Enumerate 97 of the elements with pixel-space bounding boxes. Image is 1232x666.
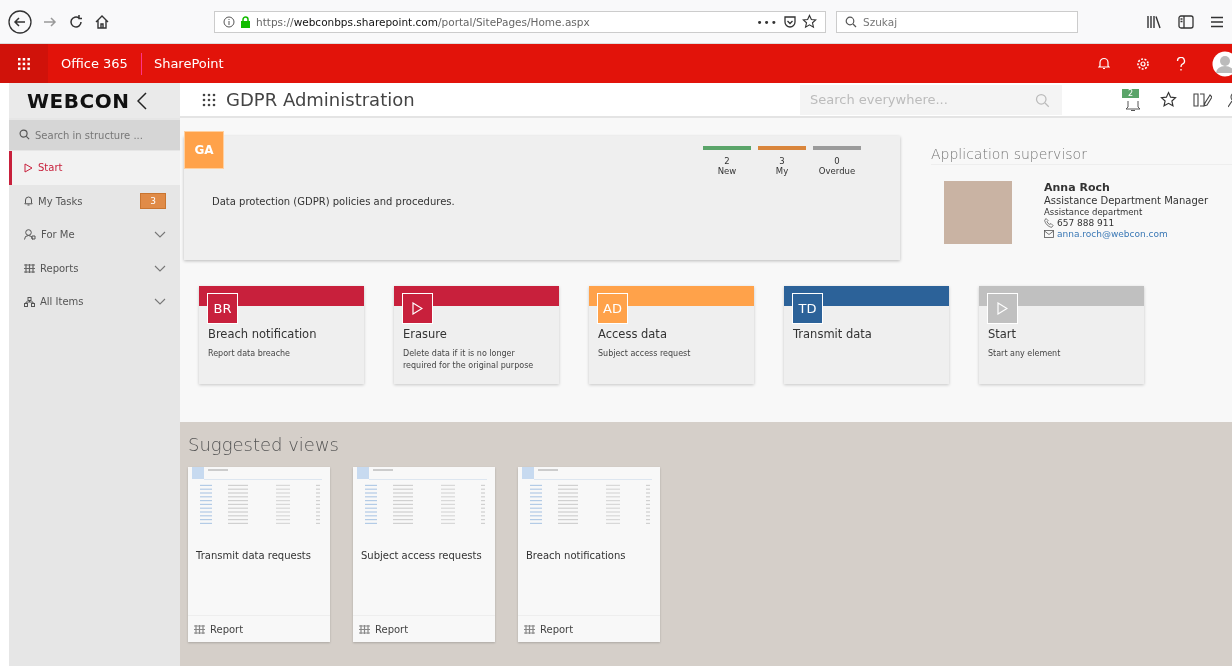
view-card[interactable]: Subject access requests Report xyxy=(353,467,495,642)
library-icon[interactable] xyxy=(1146,14,1162,29)
start-tile[interactable]: Start Start any element xyxy=(979,286,1144,384)
structure-search-field[interactable]: Search in structure ... xyxy=(9,120,180,150)
nav-item[interactable]: All Items xyxy=(9,285,180,319)
task-count-badge: 3 xyxy=(140,193,166,210)
play-icon xyxy=(997,302,1008,315)
mail-icon xyxy=(1044,230,1054,238)
lock-icon xyxy=(240,15,251,28)
tile-description: Subject access request xyxy=(598,348,692,360)
help-icon[interactable] xyxy=(1176,56,1186,71)
counter-value: 0 xyxy=(834,156,840,166)
edit-columns-icon[interactable] xyxy=(1193,91,1212,108)
person-position: Assistance Department Manager xyxy=(1044,195,1208,206)
app-launcher-button[interactable] xyxy=(0,44,48,83)
chevron-icon[interactable] xyxy=(154,298,166,306)
tile-title: Start xyxy=(988,327,1018,341)
tile-title: Transmit data xyxy=(793,327,873,341)
app-grid-icon[interactable] xyxy=(202,92,216,107)
settings-icon[interactable] xyxy=(1136,56,1150,71)
suite-app-link[interactable]: Office 365 xyxy=(48,52,142,75)
star-icon[interactable] xyxy=(802,14,817,29)
back-icon[interactable] xyxy=(8,9,32,34)
tile-title: Erasure xyxy=(403,327,448,341)
browser-search-field[interactable]: Szukaj xyxy=(836,10,1078,33)
grid-icon xyxy=(18,57,30,70)
section-heading: Suggested views xyxy=(188,434,340,455)
counter-value: 3 xyxy=(779,156,785,166)
play-icon xyxy=(24,162,33,173)
email-link[interactable]: anna.roch@webcon.com xyxy=(1057,229,1168,239)
avatar-icon[interactable] xyxy=(1212,50,1232,77)
view-title: Breach notifications xyxy=(525,549,627,563)
view-type: Report xyxy=(210,623,244,635)
bell-icon[interactable] xyxy=(1098,57,1110,70)
counter-value: 2 xyxy=(724,156,730,166)
hierarchy-icon xyxy=(24,296,35,307)
start-tile[interactable]: BR Breach notification Report data breache xyxy=(199,286,364,384)
global-search-field[interactable]: Search everywhere... xyxy=(800,84,1062,115)
view-title: Transmit data requests xyxy=(195,549,312,563)
person-department: Assistance department xyxy=(1044,207,1144,217)
view-type: Report xyxy=(540,623,574,635)
tile-description: Report data breache xyxy=(208,348,292,360)
counter-label[interactable]: My xyxy=(775,166,789,176)
chevron-icon[interactable] xyxy=(154,231,166,239)
person-name: Anna Roch xyxy=(1044,181,1111,194)
search-icon xyxy=(845,15,857,28)
tile-title: Breach notification xyxy=(208,327,318,341)
view-card[interactable]: Transmit data requests Report xyxy=(188,467,330,642)
address-bar[interactable]: https://webconbps.sharepoint.com/portal/SitePages/Home.aspx ••• xyxy=(214,10,826,33)
tile-description: Start any element xyxy=(988,348,1062,360)
nav-item[interactable]: For Me xyxy=(9,218,180,252)
app-description: Data protection (GDPR) policies and procedures. xyxy=(212,196,456,207)
view-card[interactable]: Breach notifications Report xyxy=(518,467,660,642)
start-tile[interactable]: AD Access data Subject access request xyxy=(589,286,754,384)
start-tile[interactable]: TD Transmit data xyxy=(784,286,949,384)
tile-title: Access data xyxy=(598,327,668,341)
webcon-logo: WEBCON xyxy=(27,88,130,113)
bell-icon xyxy=(1125,100,1141,111)
nav-item[interactable]: My Tasks 3 xyxy=(9,184,180,218)
info-icon xyxy=(223,15,235,28)
grid-icon xyxy=(194,624,205,634)
section-heading: Application supervisor xyxy=(931,132,1232,165)
home-icon[interactable] xyxy=(94,13,110,30)
view-title: Subject access requests xyxy=(360,549,483,563)
grid-icon xyxy=(359,624,370,634)
bell-icon xyxy=(24,196,33,207)
play-icon xyxy=(412,302,423,315)
tile-description: Delete data if it is no longer required for the original purpose xyxy=(403,348,535,372)
start-tile[interactable]: Erasure Delete data if it is no longer required for the original purpose xyxy=(394,286,559,384)
phone-number: 657 888 911 xyxy=(1057,218,1115,228)
suite-site-link[interactable]: SharePoint xyxy=(141,56,236,71)
tile-initials: BR xyxy=(207,293,238,324)
nav-item[interactable]: Reports xyxy=(9,251,180,285)
counter-label[interactable]: Overdue xyxy=(818,166,856,176)
app-badge: GA xyxy=(184,131,224,169)
menu-icon[interactable] xyxy=(1210,15,1224,28)
pocket-icon[interactable] xyxy=(783,14,797,29)
phone-icon xyxy=(1044,218,1054,228)
star-icon[interactable] xyxy=(1160,91,1177,108)
tile-initials: AD xyxy=(597,293,628,324)
tile-initials: TD xyxy=(792,293,823,324)
grid-icon xyxy=(24,263,35,273)
search-icon xyxy=(19,129,30,140)
url-text: https://webconbps.sharepoint.com/portal/SitePages/Home.aspx xyxy=(256,15,591,28)
chevron-icon[interactable] xyxy=(154,264,166,272)
grid-icon xyxy=(524,624,535,634)
page-actions-menu[interactable]: ••• xyxy=(756,15,778,28)
counter-label[interactable]: New xyxy=(717,166,737,176)
sidebar-icon[interactable] xyxy=(1178,14,1194,29)
photo-placeholder xyxy=(944,181,1012,244)
app-title: GDPR Administration xyxy=(226,89,415,110)
collapse-icon[interactable] xyxy=(137,91,148,110)
nav-item[interactable]: Start xyxy=(9,151,180,185)
notification-count: 2 xyxy=(1122,88,1140,98)
view-type: Report xyxy=(375,623,409,635)
search-icon xyxy=(1035,92,1050,108)
reload-icon[interactable] xyxy=(68,13,84,30)
